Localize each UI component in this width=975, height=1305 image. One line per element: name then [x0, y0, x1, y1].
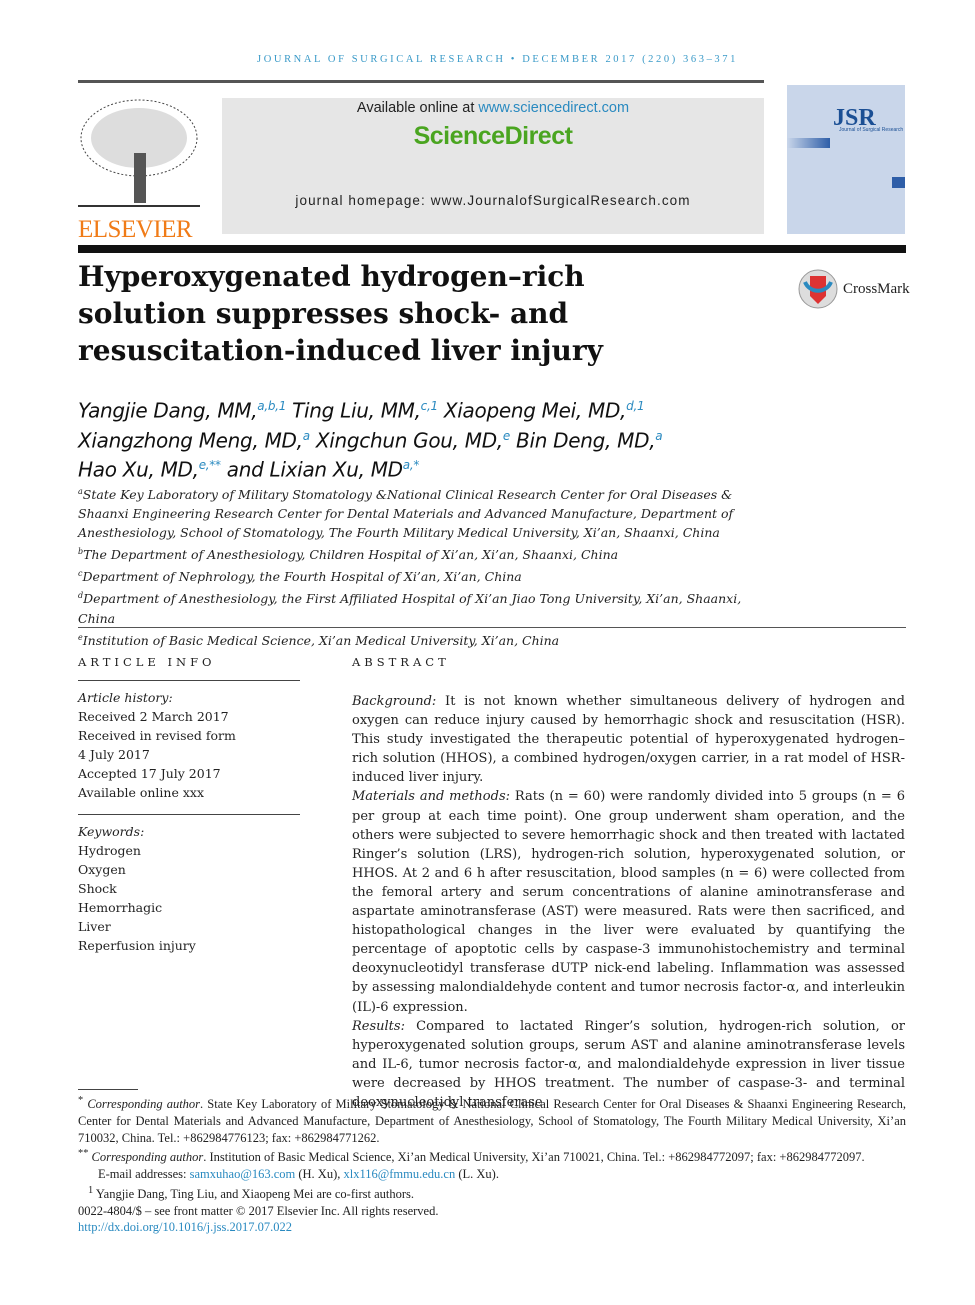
article-info-heading: ARTICLE INFO: [78, 655, 216, 669]
crossmark-label: CrossMark: [843, 280, 910, 297]
author: Xiangzhong Meng, MD,: [78, 428, 303, 453]
history-item: Received 2 March 2017: [78, 709, 229, 724]
corresponding-author-2: ** Corresponding author. Institution of …: [78, 1148, 865, 1165]
keyword: Hydrogen: [78, 843, 141, 858]
journal-cover: JSR Journal of Surgical Research: [787, 85, 905, 234]
corresponding-author-1: * Corresponding author. State Key Labora…: [78, 1095, 906, 1145]
email-addresses: E-mail addresses: samxuhao@163.com (H. X…: [78, 1166, 906, 1183]
affiliation-text: Department of Anesthesiology, the First …: [78, 591, 742, 626]
section-text: Rats (n = 60) were randomly divided into…: [352, 789, 905, 1015]
author: Hao Xu, MD,: [78, 457, 199, 482]
cover-stripe: [787, 138, 830, 148]
abstract-background: Background: It is not known whether simu…: [352, 692, 905, 787]
affiliation-text: Department of Nephrology, the Fourth Hos…: [82, 569, 522, 585]
history-label: Article history:: [78, 690, 173, 705]
keyword: Hemorrhagic: [78, 900, 163, 915]
sciencedirect-banner: Available online at www.sciencedirect.co…: [222, 98, 764, 234]
affiliation: bThe Department of Anesthesiology, Child…: [78, 542, 768, 564]
affiliation-text: The Department of Anesthesiology, Childr…: [83, 547, 619, 563]
divider: [78, 814, 300, 815]
author: Xingchun Gou, MD,: [315, 428, 503, 453]
affiliation: dDepartment of Anesthesiology, the First…: [78, 586, 768, 627]
publisher-wordmark: ELSEVIER: [78, 216, 193, 243]
elsevier-tree-icon: [78, 99, 200, 207]
section-label: Background:: [352, 694, 437, 709]
doi-link[interactable]: http://dx.doi.org/10.1016/j.jss.2017.07.…: [78, 1220, 292, 1234]
author-affiliation-link[interactable]: c,1: [421, 399, 438, 413]
affiliation-text: Institution of Basic Medical Science, Xi…: [82, 632, 560, 648]
author-affiliation-link[interactable]: d,1: [626, 399, 644, 413]
abstract-methods: Materials and methods: Rats (n = 60) wer…: [352, 787, 905, 1016]
author-affiliation-link[interactable]: a,*: [403, 458, 420, 472]
affiliation: cDepartment of Nephrology, the Fourth Ho…: [78, 564, 768, 586]
keyword: Oxygen: [78, 862, 126, 877]
affiliations: aState Key Laboratory of Military Stomat…: [78, 482, 768, 650]
keyword: Reperfusion injury: [78, 938, 196, 953]
author: Ting Liu, MM,: [292, 398, 421, 423]
email-owner: (H. Xu),: [295, 1167, 344, 1182]
author: Bin Deng, MD,: [516, 428, 656, 453]
sciencedirect-link[interactable]: www.sciencedirect.com: [478, 100, 629, 116]
journal-homepage[interactable]: journal homepage: www.JournalofSurgicalR…: [222, 193, 764, 208]
affiliation: aState Key Laboratory of Military Stomat…: [78, 482, 768, 542]
divider: [78, 680, 300, 681]
sciencedirect-logo: ScienceDirect: [413, 122, 573, 150]
author: Yangjie Dang, MM,: [78, 398, 258, 423]
affiliation: eInstitution of Basic Medical Science, X…: [78, 628, 768, 650]
section-label: Results:: [352, 1018, 405, 1034]
available-online-text: Available online at: [356, 100, 479, 116]
history-item: 4 July 2017: [78, 747, 150, 762]
author: and Lixian Xu, MD: [226, 457, 403, 482]
author-affiliation-link[interactable]: a,b,1: [257, 399, 286, 413]
email-link[interactable]: samxuhao@163.com: [190, 1167, 296, 1181]
abstract-heading: ABSTRACT: [352, 655, 450, 669]
section-rule: [78, 627, 906, 628]
article-title: Hyperoxygenated hydrogen–rich solution s…: [78, 260, 603, 367]
footnotes: * Corresponding author. State Key Labora…: [78, 1093, 906, 1236]
keyword: Shock: [78, 881, 117, 896]
email-link[interactable]: xlx116@fmmu.edu.cn: [344, 1167, 456, 1181]
header-rule: [78, 80, 764, 83]
cover-subtitle: Journal of Surgical Research: [839, 127, 904, 133]
article-history: Article history: Received 2 March 2017 R…: [78, 688, 300, 802]
author-affiliation-link[interactable]: e: [503, 429, 510, 443]
elsevier-logo: ELSEVIER: [78, 98, 200, 243]
history-item: Accepted 17 July 2017: [78, 766, 221, 781]
history-item: Received in revised form: [78, 728, 236, 743]
copyright: 0022-4804/$ – see front matter © 2017 El…: [78, 1203, 439, 1218]
keyword: Liver: [78, 919, 111, 934]
author: Xiaopeng Mei, MD,: [443, 398, 627, 423]
crossmark-icon: [798, 269, 838, 309]
footnote-rule: [78, 1089, 138, 1090]
article-page: JOURNAL OF SURGICAL RESEARCH • DECEMBER …: [0, 0, 975, 1305]
cover-stripe: [892, 177, 905, 188]
abstract-body: Background: It is not known whether simu…: [352, 692, 905, 1112]
journal-running-header: JOURNAL OF SURGICAL RESEARCH • DECEMBER …: [257, 54, 738, 65]
banner-rule: [78, 245, 906, 253]
affiliation-text: State Key Laboratory of Military Stomato…: [78, 487, 734, 541]
footnote-label: Corresponding author: [87, 1097, 201, 1112]
author-affiliation-link[interactable]: a: [655, 429, 662, 443]
history-item: Available online xxx: [78, 785, 204, 800]
keywords: Keywords: Hydrogen Oxygen Shock Hemorrha…: [78, 822, 300, 955]
keywords-label: Keywords:: [78, 824, 145, 839]
email-label: E-mail addresses:: [98, 1167, 190, 1182]
footnote-text: Yangjie Dang, Ting Liu, and Xiaopeng Mei…: [95, 1186, 415, 1201]
email-owner: (L. Xu).: [455, 1167, 499, 1182]
author-affiliation-link[interactable]: a: [303, 429, 310, 443]
crossmark-button[interactable]: CrossMark: [797, 268, 910, 310]
co-first-note: 1 Yangjie Dang, Ting Liu, and Xiaopeng M…: [88, 1184, 415, 1201]
footnote-label: Corresponding author: [91, 1150, 204, 1165]
author-affiliation-link[interactable]: e,**: [199, 458, 221, 472]
author-list: Yangjie Dang, MM,a,b,1 Ting Liu, MM,c,1 …: [78, 394, 663, 483]
footnote-text: . Institution of Basic Medical Science, …: [203, 1150, 865, 1165]
footnote-text: . State Key Laboratory of Military Stoma…: [78, 1097, 906, 1145]
section-label: Materials and methods:: [352, 789, 510, 805]
